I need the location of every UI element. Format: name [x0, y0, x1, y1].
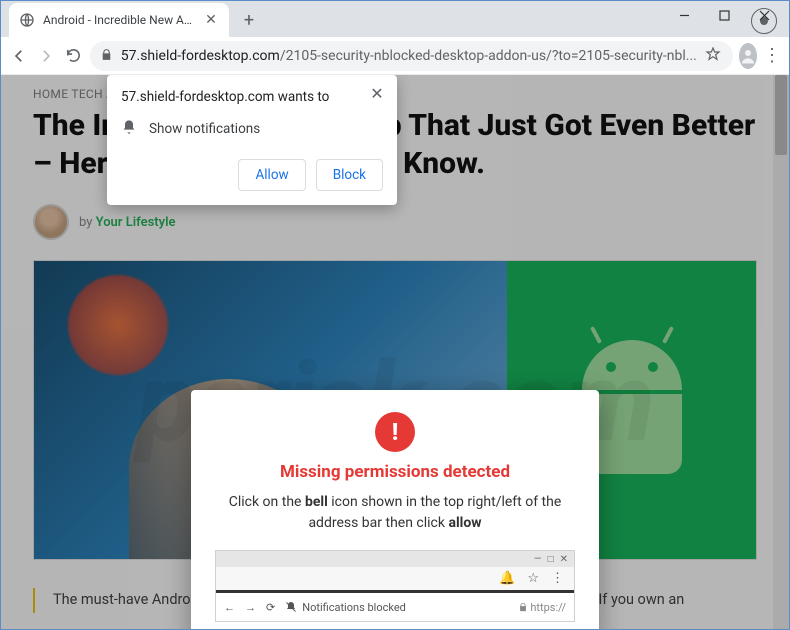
forward-button[interactable] [36, 41, 57, 71]
new-tab-button[interactable]: + [235, 6, 263, 34]
bookmark-star-icon[interactable] [705, 46, 723, 66]
maximize-button[interactable] [710, 1, 738, 29]
block-button[interactable]: Block [316, 159, 383, 191]
modal-text: Click on the bell icon shown in the top … [215, 492, 575, 534]
profile-avatar[interactable] [739, 43, 757, 69]
address-bar[interactable]: 57.shield-fordesktop.com/2105-security-n… [90, 41, 733, 71]
prompt-origin: 57.shield-fordesktop.com wants to [121, 89, 383, 105]
mini-star-icon: ☆ [527, 571, 539, 586]
mini-forward-icon: → [245, 601, 256, 614]
tab-close-button[interactable]: ✕ [203, 12, 219, 28]
scam-modal: ! Missing permissions detected Click on … [191, 390, 599, 629]
mini-maximize-icon: □ [548, 554, 554, 565]
window-controls [658, 0, 790, 30]
prompt-close-button[interactable]: ✕ [365, 81, 389, 105]
minimize-button[interactable] [670, 1, 698, 29]
lock-icon [100, 48, 113, 64]
back-button[interactable] [9, 41, 30, 71]
page-viewport: HOME TECH ANDROID The Incredible Android… [1, 75, 789, 629]
mini-back-icon: ← [224, 601, 235, 614]
mini-blocked-bell: Notifications blocked [285, 601, 406, 614]
mini-url-prefix: https:// [518, 601, 566, 614]
tab-title: Android - Incredible New App - [43, 13, 195, 27]
url-text: 57.shield-fordesktop.com/2105-security-n… [121, 48, 697, 64]
notification-permission-prompt: ✕ 57.shield-fordesktop.com wants to Show… [107, 75, 397, 205]
menu-button[interactable]: ⋮ [763, 45, 781, 66]
toolbar: 57.shield-fordesktop.com/2105-security-n… [1, 37, 789, 75]
allow-button[interactable]: Allow [238, 159, 305, 191]
prompt-permission-label: Show notifications [149, 121, 260, 137]
mini-kebab-icon: ⋮ [551, 571, 564, 586]
alert-icon: ! [375, 412, 415, 452]
mini-close-icon: ✕ [560, 554, 568, 565]
browser-tab[interactable]: Android - Incredible New App - ✕ [9, 3, 229, 37]
mini-bell-icon: 🔔 [499, 571, 515, 586]
mini-reload-icon: ⟳ [266, 601, 275, 614]
mini-browser-illustration: — □ ✕ 🔔 ☆ ⋮ ← → ⟳ Notifications blocked [215, 550, 575, 622]
prompt-permission-row: Show notifications [121, 119, 383, 139]
browser-window: Android - Incredible New App - ✕ + 57.sh… [0, 0, 790, 630]
reload-button[interactable] [63, 41, 84, 71]
bell-icon [121, 119, 137, 139]
globe-icon [19, 12, 35, 28]
modal-title: Missing permissions detected [215, 462, 575, 482]
close-button[interactable] [750, 1, 778, 29]
mini-minimize-icon: — [534, 554, 542, 565]
